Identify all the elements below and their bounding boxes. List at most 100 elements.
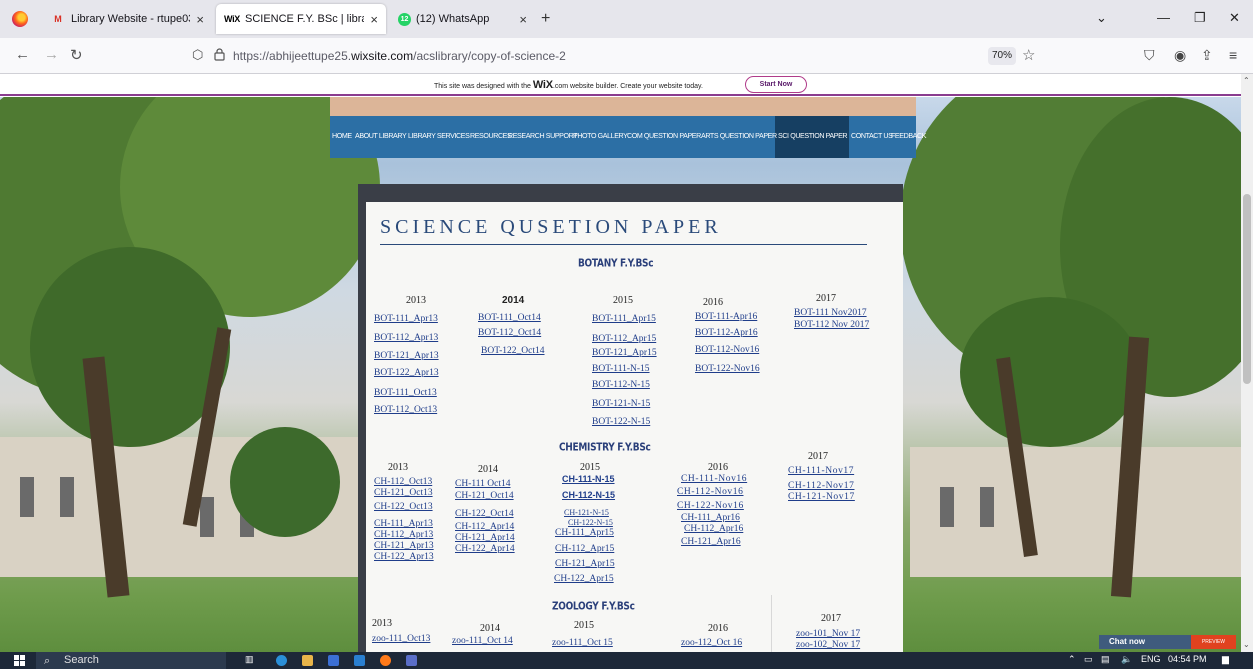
tab-science[interactable]: WiX SCIENCE F.Y. BSc | library × xyxy=(216,4,386,34)
notification-icon[interactable]: ▆ xyxy=(1222,654,1229,665)
paper-link[interactable]: CH-121-Nov17 xyxy=(788,492,855,502)
menu-item-feedback[interactable]: FEEDBACK xyxy=(891,132,926,140)
paper-link[interactable]: CH-121_Apr13 xyxy=(374,541,434,551)
tab-whatsapp[interactable]: 12 (12) WhatsApp × xyxy=(390,4,535,34)
paper-link[interactable]: BOT-111-N-15 xyxy=(592,364,650,374)
paper-link[interactable]: BOT-121-N-15 xyxy=(592,399,650,409)
account-icon[interactable]: ◉ xyxy=(1174,47,1186,64)
paper-link[interactable]: CH-112-N-15 xyxy=(562,490,615,500)
paper-link[interactable]: CH-112_Oct13 xyxy=(374,477,432,487)
back-icon[interactable]: ← xyxy=(15,46,30,63)
zoom-level[interactable]: 70% xyxy=(988,47,1016,65)
paper-link[interactable]: CH-111 Oct14 xyxy=(455,479,511,489)
paper-link[interactable]: CH-111-Nov16 xyxy=(681,474,747,484)
paper-link[interactable]: BOT-122-Nov16 xyxy=(695,364,760,374)
menu-item-library-services[interactable]: LIBRARY SERVICES xyxy=(408,132,470,140)
address-bar[interactable]: ⬡ https://abhijeettupe25.wixsite.com/acs… xyxy=(186,42,1035,70)
scroll-thumb[interactable] xyxy=(1243,194,1251,384)
tray-wifi-icon[interactable]: ▤ xyxy=(1101,654,1110,665)
lock-icon[interactable] xyxy=(214,48,225,61)
new-tab-button[interactable]: + xyxy=(541,10,550,28)
paper-link[interactable]: CH-122_Apr14 xyxy=(455,544,515,554)
paper-link[interactable]: BOT-112 Nov 2017 xyxy=(794,320,869,330)
scroll-up-icon[interactable]: ⌃ xyxy=(1243,76,1250,85)
paper-link[interactable]: CH-112_Apr15 xyxy=(555,544,614,554)
paper-link[interactable]: CH-122_Apr13 xyxy=(374,552,434,562)
window-close-icon[interactable]: ✕ xyxy=(1229,10,1240,26)
reload-icon[interactable]: ↻ xyxy=(70,46,83,64)
paper-link[interactable]: CH-122_Apr15 xyxy=(554,574,614,584)
paper-link[interactable]: BOT-121_Apr15 xyxy=(592,348,657,358)
paper-link[interactable]: BOT-122-N-15 xyxy=(592,417,650,427)
close-icon[interactable]: × xyxy=(519,12,527,27)
paper-link[interactable]: BOT-111_Apr15 xyxy=(592,314,656,324)
tray-language[interactable]: ENG xyxy=(1141,654,1161,664)
menu-item-home[interactable]: HOME xyxy=(332,132,352,140)
paper-link[interactable]: BOT-111_Oct14 xyxy=(478,313,541,323)
page-scrollbar[interactable]: ⌃ ⌄ xyxy=(1241,74,1253,652)
tracking-shield-icon[interactable]: ⬡ xyxy=(192,47,203,63)
paper-link[interactable]: BOT-112_Oct14 xyxy=(478,328,541,338)
paper-link[interactable]: CH-111_Apr15 xyxy=(555,528,614,538)
file-explorer-icon[interactable] xyxy=(302,655,313,666)
paper-link[interactable]: CH-122_Oct14 xyxy=(455,509,514,519)
bookmark-star-icon[interactable]: ☆ xyxy=(1022,46,1035,64)
paper-link[interactable]: BOT-111_Apr13 xyxy=(374,314,438,324)
tray-volume-icon[interactable]: 🔈 xyxy=(1121,654,1132,665)
extensions-icon[interactable]: ⇪ xyxy=(1201,47,1213,64)
paper-link[interactable]: zoo-111_Oct 15 xyxy=(552,638,613,648)
paper-link[interactable]: BOT-111_Oct13 xyxy=(374,388,437,398)
task-view-icon[interactable]: ▥ xyxy=(245,654,254,665)
paper-link[interactable]: CH-122_Oct13 xyxy=(374,502,433,512)
paper-link[interactable]: zoo-101_Nov 17 xyxy=(796,629,860,639)
paper-link[interactable]: CH-121_Apr15 xyxy=(555,559,615,569)
tray-chevron-icon[interactable]: ⌃ xyxy=(1068,654,1076,665)
paper-link[interactable]: BOT-112-N-15 xyxy=(592,380,650,390)
pocket-icon[interactable]: ⛉ xyxy=(1144,47,1155,64)
menu-icon[interactable]: ≡ xyxy=(1229,47,1237,63)
firefox-taskbar-icon[interactable] xyxy=(380,655,391,666)
menu-item-arts-question-paper[interactable]: ARTS QUESTION PAPER xyxy=(701,132,777,140)
menu-item-com-question-paper[interactable]: COM QUESTION PAPER xyxy=(627,132,701,140)
paper-link[interactable]: BOT-111-Apr16 xyxy=(695,312,757,322)
paper-link[interactable]: zoo-102_Nov 17 xyxy=(796,640,860,650)
restore-icon[interactable]: ❐ xyxy=(1194,10,1206,26)
paper-link[interactable]: BOT-111 Nov2017 xyxy=(794,308,867,318)
firefox-icon[interactable] xyxy=(12,11,28,27)
paper-link[interactable]: CH-122-Nov16 xyxy=(677,501,744,511)
menu-item-contact-us[interactable]: CONTACT US xyxy=(851,132,893,140)
menu-item-about-library[interactable]: ABOUT LIBRARY xyxy=(355,132,407,140)
store-icon[interactable] xyxy=(328,655,339,666)
close-icon[interactable]: × xyxy=(370,12,378,27)
edge-icon[interactable] xyxy=(276,655,287,666)
paper-link[interactable]: CH-112_Apr16 xyxy=(684,524,743,534)
paper-link[interactable]: CH-121_Oct14 xyxy=(455,491,514,501)
tab-list-icon[interactable]: ⌄ xyxy=(1096,10,1107,26)
paper-link[interactable]: CH-122-N-15 xyxy=(568,518,613,527)
paper-link[interactable]: CH-112_Apr13 xyxy=(374,530,433,540)
paper-link[interactable]: CH-121_Apr14 xyxy=(455,533,515,543)
paper-link[interactable]: BOT-112_Oct13 xyxy=(374,405,437,415)
paper-link[interactable]: zoo-111_Oct 14 xyxy=(452,636,513,646)
paper-link[interactable]: BOT-112-Nov16 xyxy=(695,345,759,355)
paper-link[interactable]: BOT-112-Apr16 xyxy=(695,328,758,338)
start-now-button[interactable]: Start Now xyxy=(745,76,807,93)
paper-link[interactable]: CH-121-N-15 xyxy=(564,508,609,517)
taskbar-search[interactable]: ⌕ Search xyxy=(36,652,226,669)
menu-item-resources[interactable]: RESOURCES xyxy=(470,132,512,140)
paper-link[interactable]: CH-112-Nov17 xyxy=(788,481,854,491)
menu-item-photo-gallery[interactable]: PHOTO GALLERY xyxy=(573,132,628,140)
paper-link[interactable]: BOT-121_Apr13 xyxy=(374,351,439,361)
paper-link[interactable]: zoo-111_Oct13 xyxy=(372,634,430,644)
paper-link[interactable]: CH-111_Apr16 xyxy=(681,513,740,523)
forward-icon[interactable]: → xyxy=(44,46,59,63)
tray-network-icon[interactable]: ▭ xyxy=(1084,654,1093,665)
paper-link[interactable]: CH-111_Apr13 xyxy=(374,519,433,529)
paper-link[interactable]: BOT-112_Apr15 xyxy=(592,334,656,344)
paper-link[interactable]: CH-121_Apr16 xyxy=(681,537,741,547)
paper-link[interactable]: CH-121_Oct13 xyxy=(374,488,433,498)
scroll-down-icon[interactable]: ⌄ xyxy=(1243,640,1250,649)
minimize-icon[interactable]: — xyxy=(1157,10,1170,25)
paper-link[interactable]: CH-111-Nov17 xyxy=(788,466,854,476)
windows-start-icon[interactable] xyxy=(14,655,26,667)
